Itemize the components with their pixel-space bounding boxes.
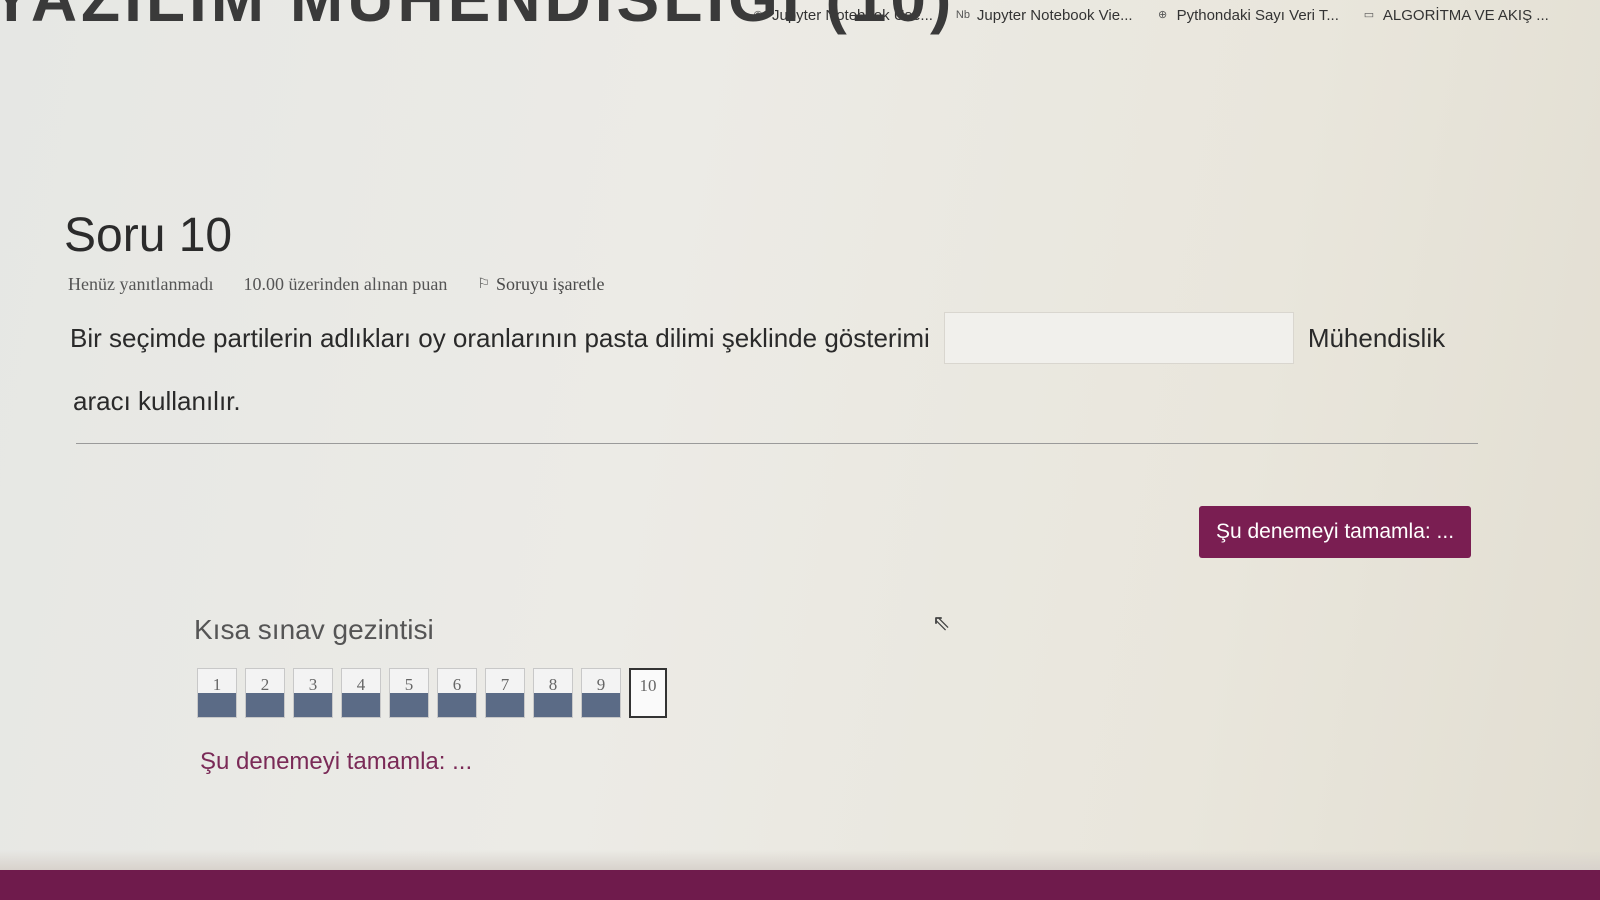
quiz-nav-question-7[interactable]: 7 [485,668,525,718]
bookmark-label: Pythondaki Sayı Veri T... [1176,6,1339,24]
nb-icon: Nb [955,9,970,21]
question-status: Henüz yanıtlanmadı [68,274,214,294]
question-number: 7 [500,675,510,694]
flag-question-label: Soruyu işaretle [495,274,605,294]
site-heading: YAZILIM MÜHENDİSLİĞİ (10) [0,0,955,36]
flag-question-link[interactable]: ⚐ Soruyu işaretle [477,274,604,295]
question-number: 2 [260,675,270,694]
answered-indicator [438,693,476,717]
question-points: 10.00 üzerinden alınan puan [243,274,448,294]
question-meta: Henüz yanıtlanmadı 10.00 üzerinden alına… [68,274,604,295]
question-number: 4 [356,675,366,694]
question-number: 9 [596,675,606,694]
footer-shadow [0,850,1600,870]
globe-icon: ⊕ [1157,9,1168,21]
answered-indicator [486,693,524,717]
quiz-navigation-grid: 1 2 3 4 5 6 7 8 9 10 [197,668,667,718]
answered-indicator [582,693,620,717]
keyboard-icon: ▭ [1363,9,1375,21]
finish-attempt-button[interactable]: Şu denemeyi tamamla: ... [1199,506,1471,558]
question-number: 10 [639,676,657,695]
question-title: Soru 10 [64,209,233,262]
question-number: 5 [404,675,414,694]
question-number: 1 [212,675,222,694]
quiz-nav-question-1[interactable]: 1 [197,668,237,718]
answered-indicator [390,693,428,717]
quiz-nav-question-3[interactable]: 3 [293,668,333,718]
bookmark-label: Jupyter Notebook Vie... [976,6,1133,24]
quiz-nav-question-10[interactable]: 10 [629,668,667,718]
answered-indicator [342,693,380,717]
question-text-after: Mühendislik [1307,323,1446,353]
divider [76,443,1478,444]
question-number: 8 [548,675,558,694]
quiz-nav-question-5[interactable]: 5 [389,668,429,718]
flag-icon: ⚐ [477,277,490,292]
answered-indicator [294,693,332,717]
answered-indicator [198,693,236,717]
quiz-nav-question-9[interactable]: 9 [581,668,621,718]
question-text-before: Bir seçimde partilerin adlıkları oy oran… [70,323,930,353]
quiz-nav-question-6[interactable]: 6 [437,668,477,718]
answered-indicator [246,693,284,717]
mouse-cursor-icon: ⇖ [932,610,951,635]
bookmark-python-types[interactable]: ⊕ Pythondaki Sayı Veri T... [1155,7,1339,24]
answered-indicator [534,693,572,717]
bookmark-label: ALGORİTMA VE AKIŞ ... [1382,6,1549,24]
quiz-nav-question-8[interactable]: 8 [533,668,573,718]
quiz-navigation-title: Kısa sınav gezintisi [194,614,434,645]
answer-input[interactable] [943,312,1294,364]
quiz-nav-question-2[interactable]: 2 [245,668,285,718]
footer-bar [0,870,1600,900]
question-text-line2: aracı kullanılır. [73,386,241,416]
question-text: Bir seçimde partilerin adlıkları oy oran… [70,312,1445,414]
quiz-nav-question-4[interactable]: 4 [341,668,381,718]
bookmark-jupyter-viewer[interactable]: Nb Jupyter Notebook Vie... [955,7,1133,24]
question-number: 6 [452,675,462,694]
bookmark-algorithm[interactable]: ▭ ALGORİTMA VE AKIŞ ... [1361,7,1549,24]
question-number: 3 [308,675,318,694]
finish-attempt-link[interactable]: Şu denemeyi tamamla: ... [200,748,472,776]
